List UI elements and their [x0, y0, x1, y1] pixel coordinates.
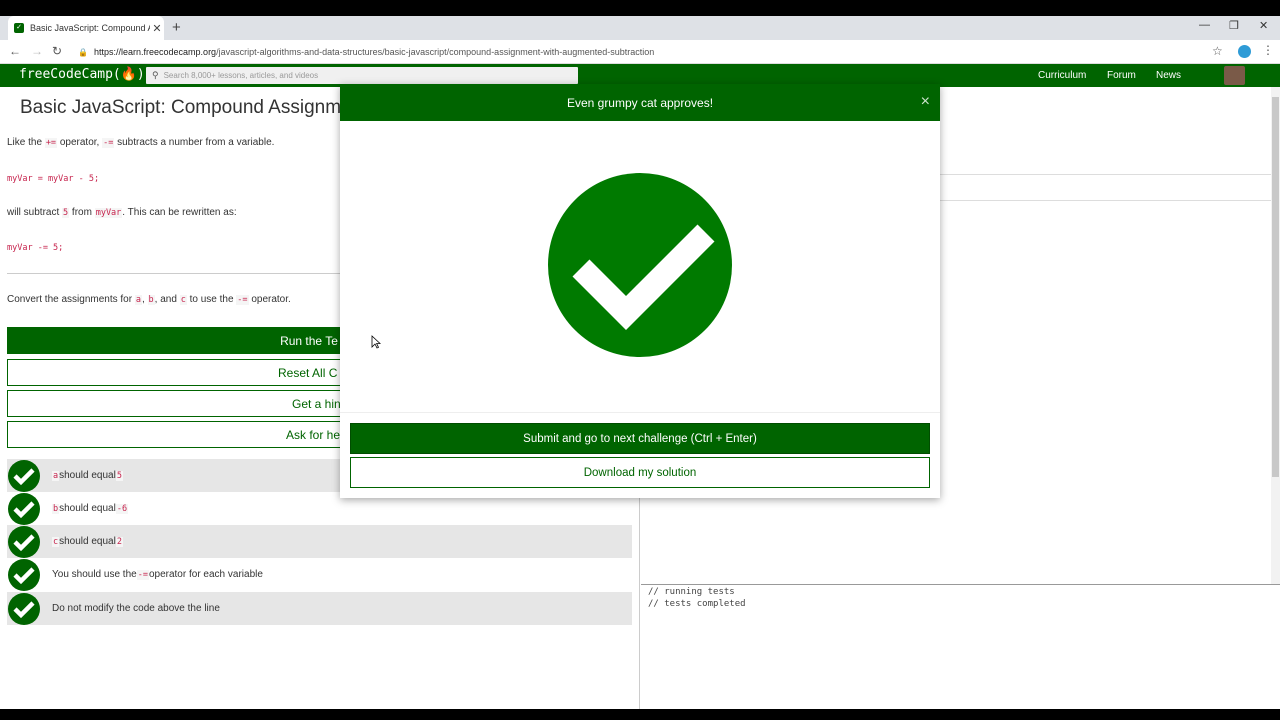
test-row: You should use the -= operator for each … — [7, 558, 632, 591]
text: , — [141, 294, 148, 305]
new-tab-icon[interactable]: + — [172, 19, 181, 36]
text: will subtract — [7, 207, 63, 218]
success-check-icon — [548, 173, 732, 357]
text: . This can be rewritten as: — [122, 207, 237, 218]
text: operator, — [57, 137, 103, 148]
nav-link-news[interactable]: News — [1156, 70, 1181, 81]
bookmark-star-icon[interactable]: ☆ — [1212, 44, 1223, 58]
extension-icon[interactable] — [1238, 45, 1251, 58]
page-title: Basic JavaScript: Compound Assignme — [20, 97, 352, 118]
editor-divider — [940, 200, 1271, 201]
download-solution-button[interactable]: Download my solution — [350, 457, 930, 488]
text: from — [69, 207, 95, 218]
search-input[interactable]: ⚲ Search 8,000+ lessons, articles, and v… — [146, 67, 578, 84]
inline-code: a — [52, 470, 60, 481]
text: to use the — [186, 294, 237, 305]
inline-code: -6 — [115, 503, 129, 514]
nav-link-forum[interactable]: Forum — [1107, 70, 1136, 81]
get-hint-button[interactable]: Get a hin — [7, 390, 347, 417]
modal-title: Even grumpy cat approves! — [566, 95, 714, 110]
inline-code: 2 — [115, 536, 123, 547]
url-host: https://learn.freecodecamp.org — [94, 47, 217, 57]
search-icon: ⚲ — [152, 70, 159, 80]
inline-code: += — [44, 138, 58, 148]
test-text: should equal — [59, 470, 116, 481]
run-tests-button[interactable]: Run the Te — [7, 327, 347, 354]
check-icon — [8, 558, 40, 591]
success-modal: Even grumpy cat approves! × Submit and g… — [340, 84, 940, 498]
reload-icon[interactable]: ↻ — [52, 44, 62, 58]
console-line: // running tests — [648, 587, 735, 597]
inline-code: -= — [102, 138, 115, 148]
address-bar[interactable]: 🔒 https://learn.freecodecamp.org /javasc… — [78, 43, 1228, 61]
inline-code: b — [52, 503, 60, 514]
avatar[interactable] — [1224, 66, 1245, 85]
text: , and — [154, 294, 180, 305]
browser-tab-bar: ✓ Basic JavaScript: Compound Assi ✕ + — … — [0, 16, 1280, 40]
close-icon[interactable]: × — [921, 93, 930, 111]
search-placeholder: Search 8,000+ lessons, articles, and vid… — [163, 71, 319, 80]
ask-for-help-button[interactable]: Ask for he — [7, 421, 347, 448]
check-icon — [8, 459, 40, 492]
modal-divider — [340, 412, 940, 413]
modal-header: Even grumpy cat approves! × — [340, 84, 940, 121]
inline-code: b — [147, 295, 155, 305]
check-icon — [8, 592, 40, 625]
close-window-icon[interactable]: ✕ — [1259, 19, 1268, 32]
check-icon — [8, 492, 40, 525]
test-text: should equal — [59, 536, 116, 547]
inline-code: 5 — [115, 470, 123, 481]
test-text: operator for each variable — [148, 569, 263, 580]
test-row: Do not modify the code above the line — [7, 592, 632, 625]
test-text: Do not modify the code above the line — [52, 603, 220, 614]
tab-title: Basic JavaScript: Compound Assi — [30, 23, 150, 33]
inline-code: myVar — [94, 208, 123, 218]
test-row: c should equal 2 — [7, 525, 632, 558]
editor-scrollbar-thumb[interactable] — [1272, 97, 1279, 477]
close-tab-icon[interactable]: ✕ — [150, 22, 164, 35]
minimize-icon[interactable]: — — [1199, 19, 1210, 31]
browser-tab[interactable]: ✓ Basic JavaScript: Compound Assi ✕ — [8, 16, 164, 40]
inline-code: a — [134, 295, 142, 305]
text: subtracts a number from a variable. — [114, 137, 275, 148]
inline-code: -= — [136, 569, 149, 580]
mouse-cursor-icon — [371, 335, 381, 349]
divider — [7, 273, 342, 274]
inline-code: c — [179, 295, 187, 305]
text: Like the — [7, 137, 45, 148]
test-text: You should use the — [52, 569, 137, 580]
inline-code: -= — [236, 295, 249, 305]
reset-code-button[interactable]: Reset All C — [7, 359, 347, 386]
paragraph-3: Convert the assignments for a, b, and c … — [7, 294, 291, 305]
code-block-1: myVar = myVar - 5; — [7, 174, 100, 184]
lock-icon: 🔒 — [78, 47, 88, 57]
test-console: // running tests // tests completed — [641, 584, 1280, 709]
site-logo[interactable]: freeCodeCamp(🔥) — [19, 67, 145, 82]
submit-next-challenge-button[interactable]: Submit and go to next challenge (Ctrl + … — [350, 423, 930, 454]
code-block-2: myVar -= 5; — [7, 243, 64, 253]
inline-code: c — [52, 536, 60, 547]
console-line: // tests completed — [648, 599, 746, 609]
nav-link-curriculum[interactable]: Curriculum — [1038, 70, 1086, 81]
paragraph-2: will subtract 5 from myVar. This can be … — [7, 207, 237, 218]
back-icon[interactable]: ← — [9, 44, 21, 58]
check-icon — [8, 525, 40, 558]
test-text: should equal — [59, 503, 116, 514]
text: operator. — [248, 294, 291, 305]
restore-icon[interactable]: ❐ — [1229, 19, 1239, 32]
fcc-favicon-icon: ✓ — [14, 23, 24, 33]
forward-icon[interactable]: → — [31, 44, 43, 58]
editor-divider — [940, 174, 1271, 175]
browser-toolbar: ← → ↻ 🔒 https://learn.freecodecamp.org /… — [0, 40, 1280, 64]
screen: ✓ Basic JavaScript: Compound Assi ✕ + — … — [0, 0, 1280, 720]
paragraph-1: Like the += operator, -= subtracts a num… — [7, 137, 274, 148]
text: Convert the assignments for — [7, 294, 135, 305]
url-path: /javascript-algorithms-and-data-structur… — [216, 47, 655, 57]
browser-menu-icon[interactable]: ⋮ — [1262, 43, 1274, 57]
